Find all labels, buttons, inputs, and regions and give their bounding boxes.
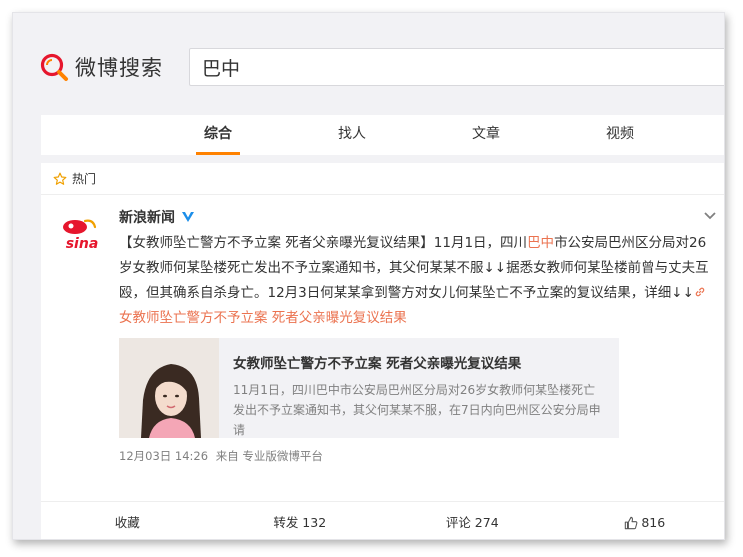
post-time[interactable]: 12月03日 14:26: [119, 449, 208, 463]
weibo-search-logo[interactable]: 微博搜索: [39, 49, 163, 85]
post-text: 【女教师坠亡警方不予立案 死者父亲曝光复议结果】11月1日，四川巴中市公安局巴州…: [119, 231, 709, 331]
repost-label: 转发 132: [273, 514, 327, 530]
shared-article-card[interactable]: 女教师坠亡警方不予立案 死者父亲曝光复议结果 11月1日，四川巴中市公安局巴州区…: [119, 338, 619, 438]
tab-videos[interactable]: 视频: [553, 115, 687, 155]
browser-frame: 微博搜索 综合 找人 文章 视频 热门 sina 新浪新闻: [12, 12, 725, 540]
like-count: 816: [641, 514, 666, 530]
tab-comprehensive[interactable]: 综合: [151, 115, 285, 155]
hot-bar: 热门: [41, 163, 724, 195]
link-icon: [695, 287, 705, 297]
star-icon: [53, 172, 67, 185]
post-actions: 收藏 转发 132 评论 274 816: [41, 501, 725, 539]
weibo-post: sina 新浪新闻 【女教师坠亡警方不予立案 死者父亲曝光复议结果】11月1日，…: [41, 195, 724, 464]
shared-article-desc: 11月1日，四川巴中市公安局巴州区分局对26岁女教师何某坠楼死亡发出不予立案通知…: [233, 383, 601, 437]
favorite-label: 收藏: [114, 514, 140, 530]
search-tabs: 综合 找人 文章 视频: [41, 115, 724, 155]
weibo-card: 热门 sina 新浪新闻 【女教师坠亡警方不予立案 死者父亲曝光复议结果】11月…: [41, 163, 725, 539]
author-name[interactable]: 新浪新闻: [119, 207, 175, 227]
shared-article-title: 女教师坠亡警方不予立案 死者父亲曝光复议结果: [233, 356, 522, 372]
article-thumbnail: [119, 338, 219, 438]
article-link-text: 女教师坠亡警方不予立案 死者父亲曝光复议结果: [119, 310, 407, 326]
thumbs-up-icon: [625, 516, 638, 529]
like-button[interactable]: 816: [559, 502, 725, 539]
tab-articles[interactable]: 文章: [419, 115, 553, 155]
search-input[interactable]: [189, 48, 724, 86]
keyword-highlight: 巴中: [527, 235, 555, 251]
post-source: 来自 专业版微博平台: [215, 449, 323, 463]
favorite-button[interactable]: 收藏: [41, 502, 214, 539]
sina-avatar[interactable]: sina: [57, 217, 107, 251]
shared-article-body: 女教师坠亡警方不予立案 死者父亲曝光复议结果 11月1日，四川巴中市公安局巴州区…: [219, 338, 617, 438]
repost-button[interactable]: 转发 132: [214, 502, 387, 539]
sina-avatar-text: sina: [66, 236, 99, 251]
post-meta: 12月03日 14:26 来自 专业版微博平台: [119, 448, 724, 464]
logo-text: 微博搜索: [75, 56, 163, 80]
tab-people[interactable]: 找人: [285, 115, 419, 155]
chevron-down-icon[interactable]: [703, 211, 717, 221]
comment-label: 评论 274: [445, 514, 499, 530]
comment-button[interactable]: 评论 274: [386, 502, 559, 539]
post-text-part1: 【女教师坠亡警方不予立案 死者父亲曝光复议结果】11月1日，四川: [119, 235, 528, 251]
author-row: 新浪新闻: [119, 207, 724, 227]
search-logo-icon: [40, 53, 68, 81]
verified-icon: [182, 212, 194, 222]
search-header: 微博搜索: [13, 13, 724, 113]
hot-label: 热门: [72, 172, 97, 186]
